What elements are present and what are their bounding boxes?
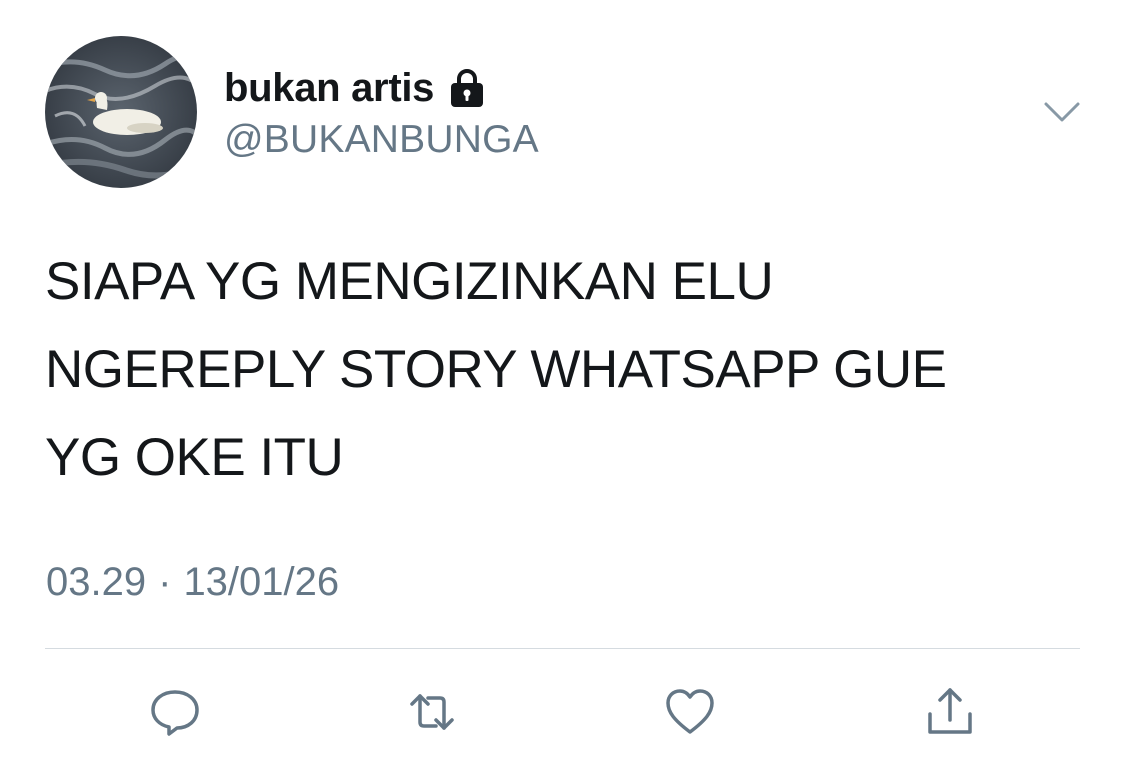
- reply-button[interactable]: [143, 680, 207, 744]
- divider: [45, 648, 1080, 649]
- tweet-time: 03.29: [46, 560, 147, 604]
- chevron-down-icon[interactable]: [1042, 98, 1082, 126]
- tweet-text: SIAPA YG MENGIZINKAN ELU NGEREPLY STORY …: [45, 252, 947, 487]
- display-name[interactable]: bukan artis: [224, 66, 434, 111]
- reply-icon: [151, 690, 199, 736]
- user-handle[interactable]: @BUKANBUNGA: [224, 118, 539, 162]
- heart-icon: [666, 689, 714, 734]
- lock-icon: [446, 67, 488, 109]
- retweet-button[interactable]: [400, 680, 464, 744]
- tweet-date: 13/01/26: [183, 560, 340, 604]
- timestamp-separator: ·: [158, 560, 172, 604]
- share-icon: [928, 688, 972, 734]
- retweet-icon: [410, 694, 454, 730]
- display-name-row: bukan artis: [224, 60, 488, 116]
- tweet-timestamp: 03.29 · 13/01/26: [46, 560, 339, 605]
- share-button[interactable]: [918, 680, 982, 744]
- like-button[interactable]: [658, 680, 722, 744]
- avatar[interactable]: [45, 36, 197, 188]
- tweet-card: bukan artis @BUKANBUNGA SIAPA YG MENGIZI…: [0, 0, 1125, 781]
